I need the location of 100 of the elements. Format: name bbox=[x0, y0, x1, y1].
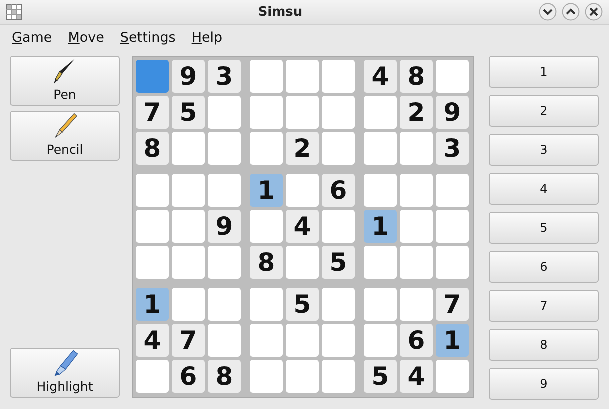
menu-item[interactable]: Game bbox=[4, 28, 60, 48]
sudoku-cell[interactable] bbox=[322, 288, 355, 321]
sudoku-cell[interactable] bbox=[322, 360, 355, 393]
sudoku-cell[interactable] bbox=[136, 210, 169, 243]
sudoku-cell[interactable]: 4 bbox=[400, 360, 433, 393]
number-button[interactable]: 7 bbox=[489, 290, 599, 322]
sudoku-cell[interactable] bbox=[322, 132, 355, 165]
menu-item[interactable]: Move bbox=[60, 28, 112, 48]
sudoku-cell[interactable] bbox=[250, 210, 283, 243]
sudoku-cell[interactable]: 2 bbox=[286, 132, 319, 165]
sudoku-cell[interactable]: 5 bbox=[286, 288, 319, 321]
number-button[interactable]: 4 bbox=[489, 173, 599, 205]
sudoku-cell[interactable] bbox=[172, 288, 205, 321]
sudoku-cell[interactable] bbox=[136, 246, 169, 279]
sudoku-cell[interactable] bbox=[136, 60, 169, 93]
sudoku-cell[interactable] bbox=[286, 96, 319, 129]
sudoku-cell[interactable] bbox=[136, 174, 169, 207]
tool-button[interactable]: Pencil bbox=[10, 111, 120, 161]
sudoku-cell[interactable] bbox=[250, 60, 283, 93]
sudoku-cell[interactable]: 4 bbox=[136, 324, 169, 357]
sudoku-cell[interactable] bbox=[436, 174, 469, 207]
sudoku-cell[interactable] bbox=[250, 288, 283, 321]
sudoku-cell[interactable]: 1 bbox=[364, 210, 397, 243]
sudoku-cell[interactable] bbox=[400, 174, 433, 207]
sudoku-cell[interactable]: 6 bbox=[172, 360, 205, 393]
sudoku-cell[interactable] bbox=[286, 60, 319, 93]
sudoku-cell[interactable] bbox=[322, 210, 355, 243]
sudoku-cell[interactable]: 3 bbox=[208, 60, 241, 93]
sudoku-cell[interactable] bbox=[208, 96, 241, 129]
menu-item[interactable]: Help bbox=[184, 28, 231, 48]
sudoku-cell[interactable] bbox=[208, 324, 241, 357]
sudoku-cell[interactable] bbox=[400, 210, 433, 243]
sudoku-cell[interactable] bbox=[364, 132, 397, 165]
sudoku-cell[interactable]: 4 bbox=[286, 210, 319, 243]
tool-button[interactable]: Highlight bbox=[10, 348, 120, 398]
sudoku-cell[interactable] bbox=[364, 174, 397, 207]
minimize-button[interactable] bbox=[539, 3, 557, 21]
number-button[interactable]: 3 bbox=[489, 134, 599, 166]
sudoku-cell[interactable]: 9 bbox=[208, 210, 241, 243]
sudoku-cell[interactable] bbox=[436, 210, 469, 243]
sudoku-cell[interactable] bbox=[286, 324, 319, 357]
sudoku-cell[interactable] bbox=[172, 174, 205, 207]
number-button[interactable]: 1 bbox=[489, 56, 599, 88]
sudoku-cell[interactable]: 7 bbox=[436, 288, 469, 321]
number-button[interactable]: 6 bbox=[489, 251, 599, 283]
sudoku-cell[interactable] bbox=[436, 60, 469, 93]
sudoku-cell[interactable]: 4 bbox=[364, 60, 397, 93]
sudoku-cell[interactable]: 7 bbox=[136, 96, 169, 129]
sudoku-cell[interactable]: 8 bbox=[400, 60, 433, 93]
close-button[interactable] bbox=[585, 3, 603, 21]
sudoku-cell[interactable] bbox=[286, 174, 319, 207]
sudoku-cell[interactable]: 7 bbox=[172, 324, 205, 357]
number-button[interactable]: 2 bbox=[489, 95, 599, 127]
sudoku-cell[interactable] bbox=[172, 246, 205, 279]
sudoku-cell[interactable] bbox=[208, 132, 241, 165]
menu-item[interactable]: Settings bbox=[112, 28, 184, 48]
number-button[interactable]: 5 bbox=[489, 212, 599, 244]
sudoku-cell[interactable]: 1 bbox=[250, 174, 283, 207]
tool-button[interactable]: Pen bbox=[10, 56, 120, 106]
sudoku-cell[interactable] bbox=[208, 288, 241, 321]
sudoku-cell[interactable] bbox=[436, 360, 469, 393]
sudoku-cell[interactable] bbox=[400, 288, 433, 321]
sudoku-cell[interactable] bbox=[364, 246, 397, 279]
sudoku-cell[interactable]: 8 bbox=[136, 132, 169, 165]
sudoku-cell[interactable]: 2 bbox=[400, 96, 433, 129]
sudoku-cell[interactable]: 6 bbox=[322, 174, 355, 207]
maximize-button[interactable] bbox=[562, 3, 580, 21]
sudoku-cell[interactable]: 8 bbox=[250, 246, 283, 279]
sudoku-cell[interactable] bbox=[250, 132, 283, 165]
sudoku-cell[interactable]: 5 bbox=[364, 360, 397, 393]
sudoku-cell[interactable] bbox=[400, 132, 433, 165]
sudoku-cell[interactable] bbox=[322, 324, 355, 357]
sudoku-cell[interactable] bbox=[322, 60, 355, 93]
sudoku-cell[interactable] bbox=[286, 246, 319, 279]
sudoku-cell[interactable] bbox=[364, 324, 397, 357]
sudoku-cell[interactable] bbox=[172, 132, 205, 165]
sudoku-cell[interactable] bbox=[208, 174, 241, 207]
sudoku-cell[interactable] bbox=[400, 246, 433, 279]
sudoku-cell[interactable]: 5 bbox=[322, 246, 355, 279]
sudoku-cell[interactable] bbox=[322, 96, 355, 129]
sudoku-cell[interactable] bbox=[136, 360, 169, 393]
sudoku-cell[interactable] bbox=[364, 96, 397, 129]
number-button[interactable]: 8 bbox=[489, 329, 599, 361]
sudoku-cell[interactable] bbox=[208, 246, 241, 279]
sudoku-cell[interactable]: 1 bbox=[436, 324, 469, 357]
sudoku-cell[interactable] bbox=[364, 288, 397, 321]
sudoku-cell[interactable]: 3 bbox=[436, 132, 469, 165]
sudoku-cell[interactable] bbox=[250, 324, 283, 357]
sudoku-cell[interactable]: 8 bbox=[208, 360, 241, 393]
sudoku-cell[interactable] bbox=[436, 246, 469, 279]
sudoku-cell[interactable] bbox=[250, 360, 283, 393]
sudoku-cell[interactable]: 5 bbox=[172, 96, 205, 129]
sudoku-cell[interactable]: 9 bbox=[436, 96, 469, 129]
sudoku-cell[interactable]: 9 bbox=[172, 60, 205, 93]
number-button[interactable]: 9 bbox=[489, 368, 599, 400]
sudoku-cell[interactable]: 1 bbox=[136, 288, 169, 321]
sudoku-cell[interactable]: 6 bbox=[400, 324, 433, 357]
sudoku-cell[interactable] bbox=[286, 360, 319, 393]
sudoku-cell[interactable] bbox=[172, 210, 205, 243]
sudoku-cell[interactable] bbox=[250, 96, 283, 129]
